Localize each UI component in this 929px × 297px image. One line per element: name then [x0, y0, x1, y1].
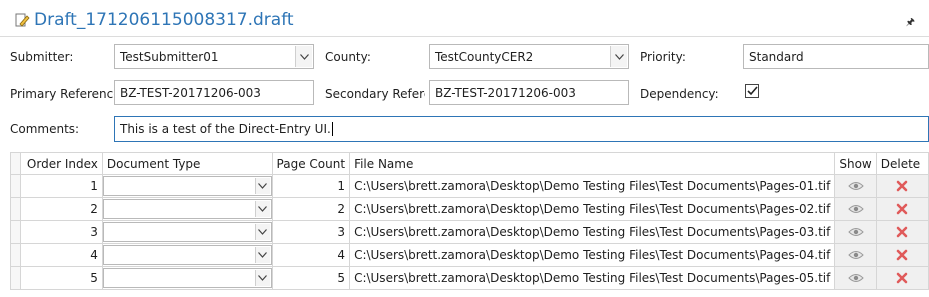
file-name-cell[interactable]: C:\Users\brett.zamora\Desktop\Demo Testi…: [349, 266, 836, 290]
primary-reference-value: BZ-TEST-20171206-003: [120, 85, 261, 100]
delete-x-icon: [877, 199, 927, 220]
document-type-cell[interactable]: [101, 220, 273, 244]
page-count-cell[interactable]: 2: [271, 197, 351, 221]
chevron-down-icon[interactable]: [295, 46, 312, 67]
checkmark-icon: [746, 86, 758, 96]
show-button[interactable]: [834, 243, 877, 267]
document-type-cell[interactable]: [101, 243, 273, 267]
secondary-reference-value: BZ-TEST-20171206-003: [435, 85, 576, 100]
delete-x-icon: [877, 245, 927, 266]
row-header[interactable]: [10, 243, 21, 267]
order-index-cell[interactable]: 3: [19, 220, 103, 244]
col-file-name[interactable]: File Name: [349, 152, 836, 175]
chevron-down-icon[interactable]: [254, 224, 270, 240]
row-header[interactable]: [10, 197, 21, 221]
page-count-cell[interactable]: 4: [271, 243, 351, 267]
priority-label: Priority:: [640, 50, 686, 64]
row-header[interactable]: [10, 220, 21, 244]
table-row[interactable]: 4 4 C:\Users\brett.zamora\Desktop\Demo Tes…: [10, 243, 929, 267]
order-index-cell[interactable]: 1: [19, 174, 103, 198]
row-header-corner: [10, 152, 21, 175]
comments-input[interactable]: This is a test of the Direct-Entry UI.: [114, 116, 929, 142]
delete-x-icon: [877, 268, 927, 289]
chevron-down-icon[interactable]: [254, 201, 270, 217]
window-title: Draft_171206115008317.draft: [14, 10, 294, 30]
page-count-cell[interactable]: 5: [271, 266, 351, 290]
eye-icon: [836, 245, 875, 266]
order-index-cell[interactable]: 5: [19, 266, 103, 290]
primary-reference-input[interactable]: BZ-TEST-20171206-003: [114, 80, 314, 105]
row-header[interactable]: [10, 266, 21, 290]
table-row[interactable]: 1 1 C:\Users\brett.zamora\Desktop\Demo Tes…: [10, 174, 929, 198]
secondary-reference-label: Secondary Referer: [325, 87, 425, 101]
priority-combobox[interactable]: Standard: [743, 44, 929, 69]
table-row[interactable]: 3 3 C:\Users\brett.zamora\Desktop\Demo Tes…: [10, 220, 929, 244]
window-title-text: Draft_171206115008317.draft: [34, 10, 294, 30]
document-type-combobox[interactable]: [103, 222, 272, 242]
edit-document-icon: [14, 12, 30, 28]
delete-button[interactable]: [875, 220, 929, 244]
secondary-reference-input[interactable]: BZ-TEST-20171206-003: [429, 80, 629, 105]
show-button[interactable]: [834, 197, 877, 221]
delete-button[interactable]: [875, 243, 929, 267]
delete-x-icon: [877, 222, 927, 243]
text-cursor: [331, 122, 333, 136]
chevron-down-icon[interactable]: [254, 270, 270, 286]
priority-value: Standard: [749, 49, 804, 64]
row-header[interactable]: [10, 174, 21, 198]
delete-button[interactable]: [875, 266, 929, 290]
col-delete[interactable]: Delete: [875, 152, 929, 175]
table-row[interactable]: 2 2 C:\Users\brett.zamora\Desktop\Demo Tes…: [10, 197, 929, 221]
submitter-combobox[interactable]: TestSubmitter01: [114, 44, 314, 69]
col-page-count[interactable]: Page Count: [271, 152, 351, 175]
comments-value: This is a test of the Direct-Entry UI.: [120, 122, 331, 136]
pin-icon[interactable]: 🖈: [906, 15, 915, 32]
dependency-checkbox[interactable]: [745, 84, 759, 98]
submitter-value: TestSubmitter01: [120, 49, 219, 64]
document-type-combobox[interactable]: [103, 199, 272, 219]
submitter-label: Submitter:: [10, 50, 74, 64]
eye-icon: [836, 268, 875, 289]
delete-x-icon: [877, 176, 927, 197]
eye-icon: [836, 176, 875, 197]
show-button[interactable]: [834, 220, 877, 244]
order-index-cell[interactable]: 4: [19, 243, 103, 267]
page-count-cell[interactable]: 3: [271, 220, 351, 244]
delete-button[interactable]: [875, 174, 929, 198]
document-type-cell[interactable]: [101, 266, 273, 290]
col-show[interactable]: Show: [834, 152, 877, 175]
county-combobox[interactable]: TestCountyCER2: [429, 44, 629, 69]
col-order-index[interactable]: Order Index: [19, 152, 103, 175]
comments-label: Comments:: [10, 122, 80, 136]
county-value: TestCountyCER2: [435, 49, 534, 64]
file-name-cell[interactable]: C:\Users\brett.zamora\Desktop\Demo Testi…: [349, 243, 836, 267]
show-button[interactable]: [834, 266, 877, 290]
file-name-cell[interactable]: C:\Users\brett.zamora\Desktop\Demo Testi…: [349, 197, 836, 221]
document-type-cell[interactable]: [101, 197, 273, 221]
chevron-down-icon[interactable]: [610, 46, 627, 67]
document-type-combobox[interactable]: [103, 245, 272, 265]
county-label: County:: [325, 50, 371, 64]
documents-grid: Order Index Document Type Page Count Fil…: [10, 152, 929, 290]
col-document-type[interactable]: Document Type: [101, 152, 273, 175]
chevron-down-icon[interactable]: [254, 247, 270, 263]
page-count-cell[interactable]: 1: [271, 174, 351, 198]
primary-reference-label: Primary Reference: [10, 87, 121, 101]
dependency-label: Dependency:: [640, 87, 719, 101]
chevron-down-icon[interactable]: [254, 178, 270, 194]
order-index-cell[interactable]: 2: [19, 197, 103, 221]
delete-button[interactable]: [875, 197, 929, 221]
show-button[interactable]: [834, 174, 877, 198]
file-name-cell[interactable]: C:\Users\brett.zamora\Desktop\Demo Testi…: [349, 220, 836, 244]
document-type-cell[interactable]: [101, 174, 273, 198]
grid-header-row: Order Index Document Type Page Count Fil…: [10, 152, 929, 175]
file-name-cell[interactable]: C:\Users\brett.zamora\Desktop\Demo Testi…: [349, 174, 836, 198]
table-row[interactable]: 5 5 C:\Users\brett.zamora\Desktop\Demo Tes…: [10, 266, 929, 290]
eye-icon: [836, 199, 875, 220]
title-divider: [0, 36, 929, 37]
eye-icon: [836, 222, 875, 243]
document-type-combobox[interactable]: [103, 268, 272, 288]
document-type-combobox[interactable]: [103, 176, 272, 196]
